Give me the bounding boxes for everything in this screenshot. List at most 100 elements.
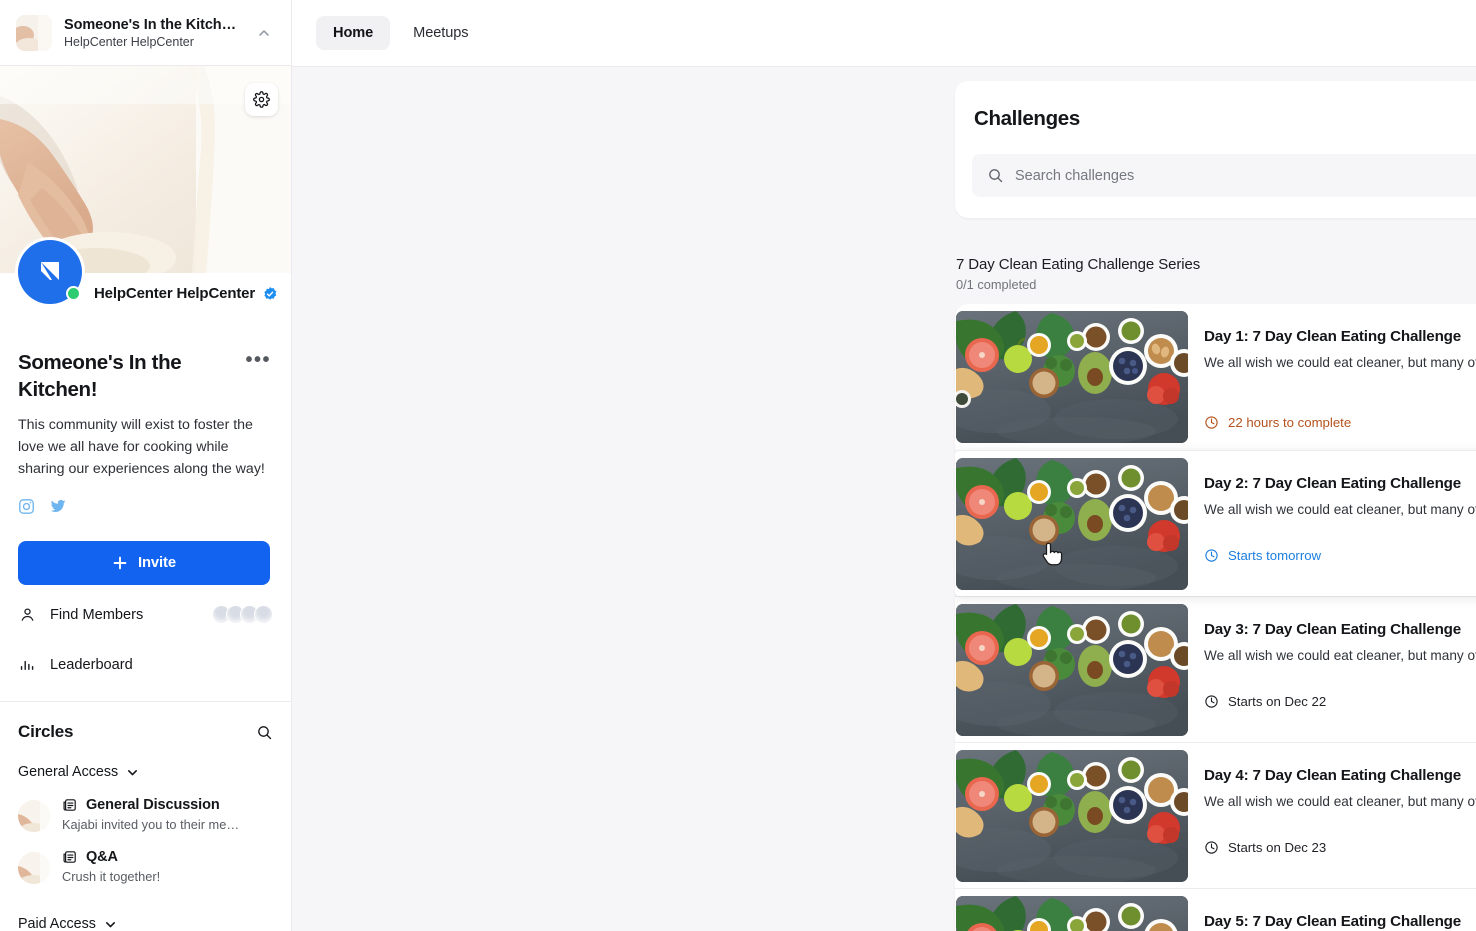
main-area: Home Meetups Challenges Show all xyxy=(292,0,1476,931)
sidebar-header-title: Someone's In the Kitchen! xyxy=(64,17,241,33)
cover-settings-button[interactable] xyxy=(245,83,278,116)
circle-thumbnail xyxy=(18,800,50,832)
community-thumbnail xyxy=(16,15,52,51)
challenge-description: We all wish we could eat cleaner, but ma… xyxy=(1204,646,1476,666)
sidebar-header-text: Someone's In the Kitchen! HelpCenter Hel… xyxy=(64,17,241,49)
invite-button[interactable]: Invite xyxy=(18,541,270,585)
healthy-food-photo-icon xyxy=(956,311,1188,443)
brand-row: HelpCenter HelpCenter xyxy=(94,285,278,302)
instagram-icon[interactable] xyxy=(18,498,35,515)
sidebar: Someone's In the Kitchen! HelpCenter Hel… xyxy=(0,0,292,931)
circle-text: General Discussion Kajabi invited you to… xyxy=(62,797,273,832)
person-icon xyxy=(18,606,37,623)
healthy-food-photo-icon xyxy=(956,896,1188,931)
challenge-card-list: Day 1: 7 Day Clean Eating Challenge We a… xyxy=(955,304,1476,931)
community-avatar-wrap xyxy=(18,240,82,304)
chevron-down-icon xyxy=(126,766,139,779)
series-completed-count: 0/1 completed xyxy=(956,277,1476,292)
circles-group-paid-access[interactable]: Paid Access xyxy=(18,916,273,931)
challenge-card-footer: Starts on Dec 23 Scheduled xyxy=(1204,826,1476,868)
page-title: Challenges xyxy=(974,107,1476,131)
challenge-thumbnail xyxy=(956,750,1188,882)
member-avatar xyxy=(254,605,273,624)
challenge-card-footer: Starts on Dec 22 Scheduled xyxy=(1204,680,1476,722)
search-input[interactable] xyxy=(1015,168,1476,184)
challenge-status: 22 hours to complete xyxy=(1204,415,1351,430)
sidebar-body: Someone's In the Kitchen! ••• This commu… xyxy=(0,273,291,931)
challenge-status-text: Starts on Dec 23 xyxy=(1228,840,1326,855)
challenge-card[interactable]: Day 2: 7 Day Clean Eating Challenge We a… xyxy=(955,450,1476,596)
circle-name-row: Q&A xyxy=(62,849,273,865)
healthy-food-photo-icon xyxy=(956,458,1188,590)
challenge-card[interactable]: Day 5: 7 Day Clean Eating Challenge ••• xyxy=(955,888,1476,931)
community-more-button[interactable]: ••• xyxy=(243,349,273,365)
brand-name: HelpCenter HelpCenter xyxy=(94,285,255,302)
circle-name-row: General Discussion xyxy=(62,797,273,813)
sidebar-item-qa[interactable]: Q&A Crush it together! xyxy=(18,849,273,884)
sidebar-header-subtitle: HelpCenter HelpCenter xyxy=(64,35,241,49)
challenge-card-body: Day 4: 7 Day Clean Eating Challenge We a… xyxy=(1188,743,1476,888)
circles-group-label: Paid Access xyxy=(18,916,96,931)
challenge-card[interactable]: Day 4: 7 Day Clean Eating Challenge We a… xyxy=(955,742,1476,888)
circle-text: Q&A Crush it together! xyxy=(62,849,273,884)
challenges-panel: Challenges Show all xyxy=(955,81,1476,218)
twitter-icon[interactable] xyxy=(49,497,67,515)
circles-group-general-access[interactable]: General Access xyxy=(18,764,273,780)
sidebar-item-general-discussion[interactable]: General Discussion Kajabi invited you to… xyxy=(18,797,273,832)
circles-header: Circles xyxy=(18,722,273,742)
tab-home[interactable]: Home xyxy=(316,16,390,50)
plus-icon xyxy=(112,555,128,571)
challenge-card[interactable]: Day 3: 7 Day Clean Eating Challenge We a… xyxy=(955,596,1476,742)
sidebar-item-leaderboard[interactable]: Leaderboard xyxy=(18,644,273,685)
search-box[interactable] xyxy=(972,154,1476,197)
community-title: Someone's In the Kitchen! xyxy=(18,349,218,403)
circles-group-label: General Access xyxy=(18,764,118,780)
circle-name: Q&A xyxy=(86,849,118,865)
challenge-title: Day 4: 7 Day Clean Eating Challenge xyxy=(1204,767,1476,784)
content-area: Challenges Show all 7 Day Clean Eating xyxy=(292,67,1476,931)
member-avatar-stack xyxy=(212,605,273,624)
tab-meetups[interactable]: Meetups xyxy=(396,16,485,50)
challenge-thumbnail xyxy=(956,896,1188,931)
online-status-dot xyxy=(66,286,81,301)
community-description: This community will exist to foster the … xyxy=(18,415,273,480)
challenges-column: Challenges Show all 7 Day Clean Eating xyxy=(955,67,1476,931)
circle-name: General Discussion xyxy=(86,797,220,813)
challenge-card-body: Day 2: 7 Day Clean Eating Challenge We a… xyxy=(1188,451,1476,596)
challenge-thumbnail xyxy=(956,604,1188,736)
sidebar-divider xyxy=(0,701,291,702)
challenge-card[interactable]: Day 1: 7 Day Clean Eating Challenge We a… xyxy=(955,304,1476,450)
clock-icon xyxy=(1204,840,1219,855)
challenge-description: We all wish we could eat cleaner, but ma… xyxy=(1204,353,1476,373)
series-header: 7 Day Clean Eating Challenge Series 0/1 … xyxy=(956,256,1476,292)
clock-icon xyxy=(1204,415,1219,430)
challenge-card-body: Day 3: 7 Day Clean Eating Challenge We a… xyxy=(1188,597,1476,742)
challenge-status: Starts tomorrow xyxy=(1204,548,1321,563)
chevron-down-icon xyxy=(104,918,117,931)
series-title: 7 Day Clean Eating Challenge Series xyxy=(956,256,1476,273)
challenge-thumbnail xyxy=(956,458,1188,590)
invite-button-label: Invite xyxy=(138,555,176,571)
challenge-title: Day 2: 7 Day Clean Eating Challenge xyxy=(1204,475,1476,492)
dough-photo-icon xyxy=(18,800,50,832)
circles-title: Circles xyxy=(18,722,73,742)
chevron-up-icon[interactable] xyxy=(253,22,275,44)
circles-search-icon[interactable] xyxy=(256,724,273,741)
challenge-status-text: 22 hours to complete xyxy=(1228,415,1351,430)
sidebar-header[interactable]: Someone's In the Kitchen! HelpCenter Hel… xyxy=(0,0,291,66)
dough-photo-icon xyxy=(18,852,50,884)
challenge-card-body: Day 5: 7 Day Clean Eating Challenge ••• xyxy=(1188,889,1476,931)
clock-icon xyxy=(1204,694,1219,709)
kajabi-logo-icon xyxy=(34,256,66,288)
gear-icon xyxy=(253,91,270,108)
challenge-status-text: Starts on Dec 22 xyxy=(1228,694,1326,709)
challenge-title: Day 3: 7 Day Clean Eating Challenge xyxy=(1204,621,1476,638)
sidebar-item-label: Leaderboard xyxy=(50,657,273,673)
challenge-status: Starts on Dec 22 xyxy=(1204,694,1326,709)
healthy-food-photo-icon xyxy=(956,750,1188,882)
challenge-card-footer: 22 hours to complete xyxy=(1204,415,1476,430)
sidebar-item-find-members[interactable]: Find Members xyxy=(18,594,273,635)
circle-preview: Crush it together! xyxy=(62,869,240,884)
sidebar-item-label: Find Members xyxy=(50,607,199,623)
challenge-card-footer: Starts tomorrow Scheduled xyxy=(1204,534,1476,576)
